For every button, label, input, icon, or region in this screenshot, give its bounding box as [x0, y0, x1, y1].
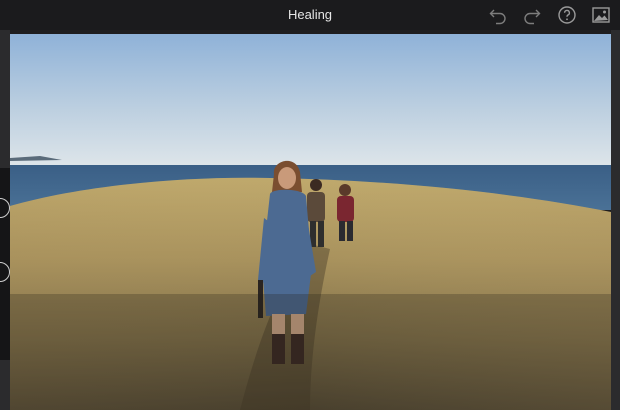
top-toolbar: Healing	[0, 0, 620, 30]
redo-icon[interactable]	[522, 5, 542, 25]
edited-photo[interactable]	[10, 34, 611, 410]
foreground-shade	[10, 294, 611, 410]
photo-compare-icon[interactable]	[591, 5, 611, 25]
photo-canvas[interactable]	[10, 34, 611, 410]
brush-hardness-knob-icon[interactable]	[0, 262, 10, 282]
undo-icon[interactable]	[488, 5, 508, 25]
sky	[10, 34, 611, 169]
brush-size-knob-icon[interactable]	[0, 198, 10, 218]
help-icon[interactable]	[557, 5, 577, 25]
right-rail	[611, 30, 620, 410]
